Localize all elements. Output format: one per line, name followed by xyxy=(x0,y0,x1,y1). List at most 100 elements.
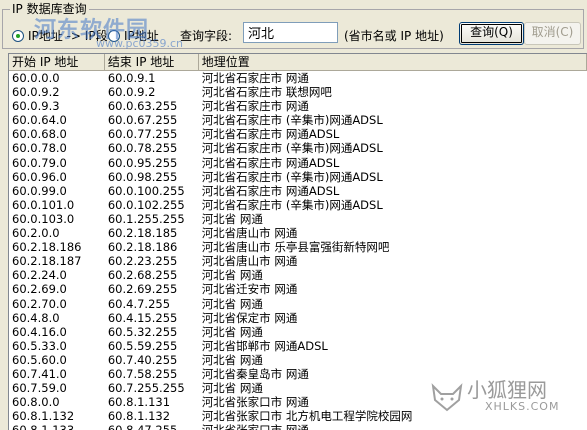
end-ip-cell: 60.2.68.255 xyxy=(107,268,178,283)
end-ip-cell: 60.4.15.255 xyxy=(107,310,178,325)
table-row[interactable]: 60.8.1.132 60.8.1.132 河北省张家口市 北方机电工程学院校园网 xyxy=(9,409,587,423)
location-cell: 河北省秦皇岛市 网通 xyxy=(201,366,309,381)
start-ip-cell: 60.0.9.2 xyxy=(12,85,60,100)
table-row[interactable]: 60.0.78.0 60.0.78.255 河北省石家庄市 (辛集市)网通ADSL xyxy=(9,141,587,155)
end-ip-cell: 60.0.95.255 xyxy=(107,155,178,170)
table-row[interactable]: 60.2.18.186 60.2.18.186 河北省唐山市 乐亭县富强街新特网吧 xyxy=(9,240,587,254)
start-ip-cell: 60.8.1.133 xyxy=(9,423,105,430)
start-ip-cell: 60.8.0.0 xyxy=(12,395,60,410)
location-cell: 河北省石家庄市 网通ADSL xyxy=(201,127,340,142)
location-cell: 河北省石家庄市 网通ADSL xyxy=(201,183,340,198)
location-cell: 河北省唐山市 乐亭县富强街新特网吧 xyxy=(201,240,390,255)
start-ip-cell: 60.7.41.0 xyxy=(12,366,67,381)
radio-ip-to-range-row[interactable] xyxy=(12,26,24,46)
table-row[interactable]: 60.2.24.0 60.2.68.255 河北省 网通 xyxy=(9,268,587,282)
table-row[interactable]: 60.7.59.0 60.7.255.255 河北省 网通 xyxy=(9,381,587,395)
start-ip-cell: 60.2.69.0 xyxy=(12,282,67,297)
start-ip-cell: 60.2.18.187 xyxy=(12,254,82,269)
end-ip-cell: 60.2.18.185 xyxy=(107,226,178,241)
table-row[interactable]: 60.0.99.0 60.0.100.255 河北省石家庄市 网通ADSL xyxy=(9,184,587,198)
start-ip-cell: 60.5.60.0 xyxy=(12,352,67,367)
start-ip-cell: 60.4.8.0 xyxy=(12,310,60,325)
start-ip-cell: 60.2.24.0 xyxy=(12,268,67,283)
start-ip-cell: 60.0.79.0 xyxy=(12,155,67,170)
results-rows: 60.0.0.0 60.0.9.1 河北省石家庄市 网通 60.0.9.2 60.0.9… xyxy=(9,71,587,430)
start-ip-cell: 60.0.101.0 xyxy=(12,197,75,212)
location-cell: 河北省唐山市 网通 xyxy=(201,226,298,241)
column-header-start-ip[interactable]: 开始 IP 地址 xyxy=(9,54,105,70)
location-cell: 河北省 网通 xyxy=(201,352,263,367)
start-ip-cell: 60.0.64.0 xyxy=(12,113,67,128)
start-ip-cell: 60.2.18.186 xyxy=(12,240,82,255)
radio-address-to-ip-row[interactable] xyxy=(108,26,120,46)
table-row[interactable]: 60.5.60.0 60.7.40.255 河北省 网通 xyxy=(9,353,587,367)
location-cell: 河北省邯郸市 网通ADSL xyxy=(201,338,328,353)
location-cell: 河北省 网通 xyxy=(201,296,263,311)
end-ip-cell: 60.7.255.255 xyxy=(107,381,185,396)
location-cell: 河北省张家口市 北方机电工程学院校园网 xyxy=(201,409,413,424)
table-row[interactable]: 60.0.96.0 60.0.98.255 河北省石家庄市 (辛集市)网通ADSL xyxy=(9,170,587,184)
start-ip-cell: 60.8.1.132 xyxy=(12,409,75,424)
table-row[interactable]: 60.2.69.0 60.2.69.255 河北省迁安市 网通 xyxy=(9,282,587,296)
end-ip-cell: 60.0.67.255 xyxy=(107,113,178,128)
location-cell: 河北省石家庄市 网通 xyxy=(201,99,309,114)
radio-address-to-ip-label[interactable]: IP地址 xyxy=(124,27,159,44)
table-row[interactable]: 60.0.9.2 60.0.9.2 河北省石家庄市 联想网吧 xyxy=(9,85,587,99)
end-ip-cell: 60.0.9.1 xyxy=(107,71,156,85)
table-row[interactable]: 60.4.8.0 60.4.15.255 河北省保定市 网通 xyxy=(9,311,587,325)
location-cell: 河北省张家口市 网通 xyxy=(199,423,587,430)
radio-ip-to-range-label[interactable]: IP地址 -> IP段 xyxy=(28,27,108,44)
start-ip-cell: 60.2.0.0 xyxy=(12,226,60,241)
radio-address-to-ip[interactable] xyxy=(108,30,120,42)
start-ip-cell: 60.4.16.0 xyxy=(12,324,67,339)
end-ip-cell: 60.0.78.255 xyxy=(107,141,178,156)
location-cell: 河北省石家庄市 (辛集市)网通ADSL xyxy=(201,169,383,184)
table-row[interactable]: 60.2.18.187 60.2.23.255 河北省唐山市 网通 xyxy=(9,254,587,268)
table-row[interactable]: 60.5.33.0 60.5.59.255 河北省邯郸市 网通ADSL xyxy=(9,339,587,353)
table-row[interactable]: 60.0.0.0 60.0.9.1 河北省石家庄市 网通 xyxy=(9,71,587,85)
table-row[interactable]: 60.0.9.3 60.0.63.255 河北省石家庄市 网通 xyxy=(9,99,587,113)
table-row[interactable]: 60.2.0.0 60.2.18.185 河北省唐山市 网通 xyxy=(9,226,587,240)
location-cell: 河北省石家庄市 网通 xyxy=(201,71,309,85)
table-row[interactable]: 60.0.101.0 60.0.102.255 河北省石家庄市 (辛集市)网通ADS… xyxy=(9,198,587,212)
start-ip-cell: 60.7.59.0 xyxy=(12,381,67,396)
end-ip-cell: 60.0.9.2 xyxy=(107,85,156,100)
cancel-button[interactable]: 取消(C) xyxy=(524,22,581,45)
start-ip-cell: 60.0.96.0 xyxy=(12,169,67,184)
results-header: 开始 IP 地址 结束 IP 地址 地理位置 xyxy=(9,54,587,71)
start-ip-cell: 60.0.78.0 xyxy=(12,141,67,156)
end-ip-cell: 60.2.23.255 xyxy=(107,254,178,269)
query-input[interactable] xyxy=(243,22,338,43)
table-row[interactable]: 60.0.68.0 60.0.77.255 河北省石家庄市 网通ADSL xyxy=(9,127,587,141)
column-header-end-ip[interactable]: 结束 IP 地址 xyxy=(105,54,199,70)
start-ip-cell: 60.0.0.0 xyxy=(12,71,60,85)
table-row[interactable]: 60.0.79.0 60.0.95.255 河北省石家庄市 网通ADSL xyxy=(9,156,587,170)
end-ip-cell: 60.0.102.255 xyxy=(107,197,185,212)
table-row[interactable]: 60.7.41.0 60.7.58.255 河北省秦皇岛市 网通 xyxy=(9,367,587,381)
end-ip-cell: 60.7.58.255 xyxy=(107,366,178,381)
query-hint: (省市名或 IP 地址) xyxy=(344,29,444,43)
end-ip-cell: 60.8.1.132 xyxy=(107,409,171,424)
end-ip-cell: 60.8.47.255 xyxy=(105,423,199,430)
end-ip-cell: 60.5.32.255 xyxy=(107,324,178,339)
end-ip-cell: 60.0.100.255 xyxy=(107,183,185,198)
location-cell: 河北省石家庄市 (辛集市)网通ADSL xyxy=(201,141,383,156)
query-field-label: 查询字段: xyxy=(180,29,233,43)
start-ip-cell: 60.0.103.0 xyxy=(12,211,75,226)
results-list[interactable]: 开始 IP 地址 结束 IP 地址 地理位置 60.0.0.0 60.0.9.1 河… xyxy=(8,53,587,430)
table-row[interactable]: 60.0.103.0 60.1.255.255 河北省 网通 xyxy=(9,212,587,226)
table-row[interactable]: 60.0.64.0 60.0.67.255 河北省石家庄市 (辛集市)网通ADSL xyxy=(9,113,587,127)
end-ip-cell: 60.8.1.131 xyxy=(107,395,171,410)
location-cell: 河北省 网通 xyxy=(201,268,263,283)
column-header-location[interactable]: 地理位置 xyxy=(199,54,587,70)
end-ip-cell: 60.4.7.255 xyxy=(107,296,171,311)
table-row[interactable]: 60.8.0.0 60.8.1.131 河北省张家口市 网通 xyxy=(9,395,587,409)
table-row[interactable]: 60.4.16.0 60.5.32.255 河北省 网通 xyxy=(9,325,587,339)
table-row[interactable]: 60.8.1.13360.8.47.255河北省张家口市 网通 xyxy=(9,423,587,430)
start-ip-cell: 60.0.99.0 xyxy=(12,183,67,198)
table-row[interactable]: 60.2.70.0 60.4.7.255 河北省 网通 xyxy=(9,297,587,311)
location-cell: 河北省迁安市 网通 xyxy=(201,282,298,297)
query-button[interactable]: 查询(Q) xyxy=(459,22,524,45)
radio-ip-to-range[interactable] xyxy=(12,30,24,42)
location-cell: 河北省石家庄市 联想网吧 xyxy=(201,85,332,100)
